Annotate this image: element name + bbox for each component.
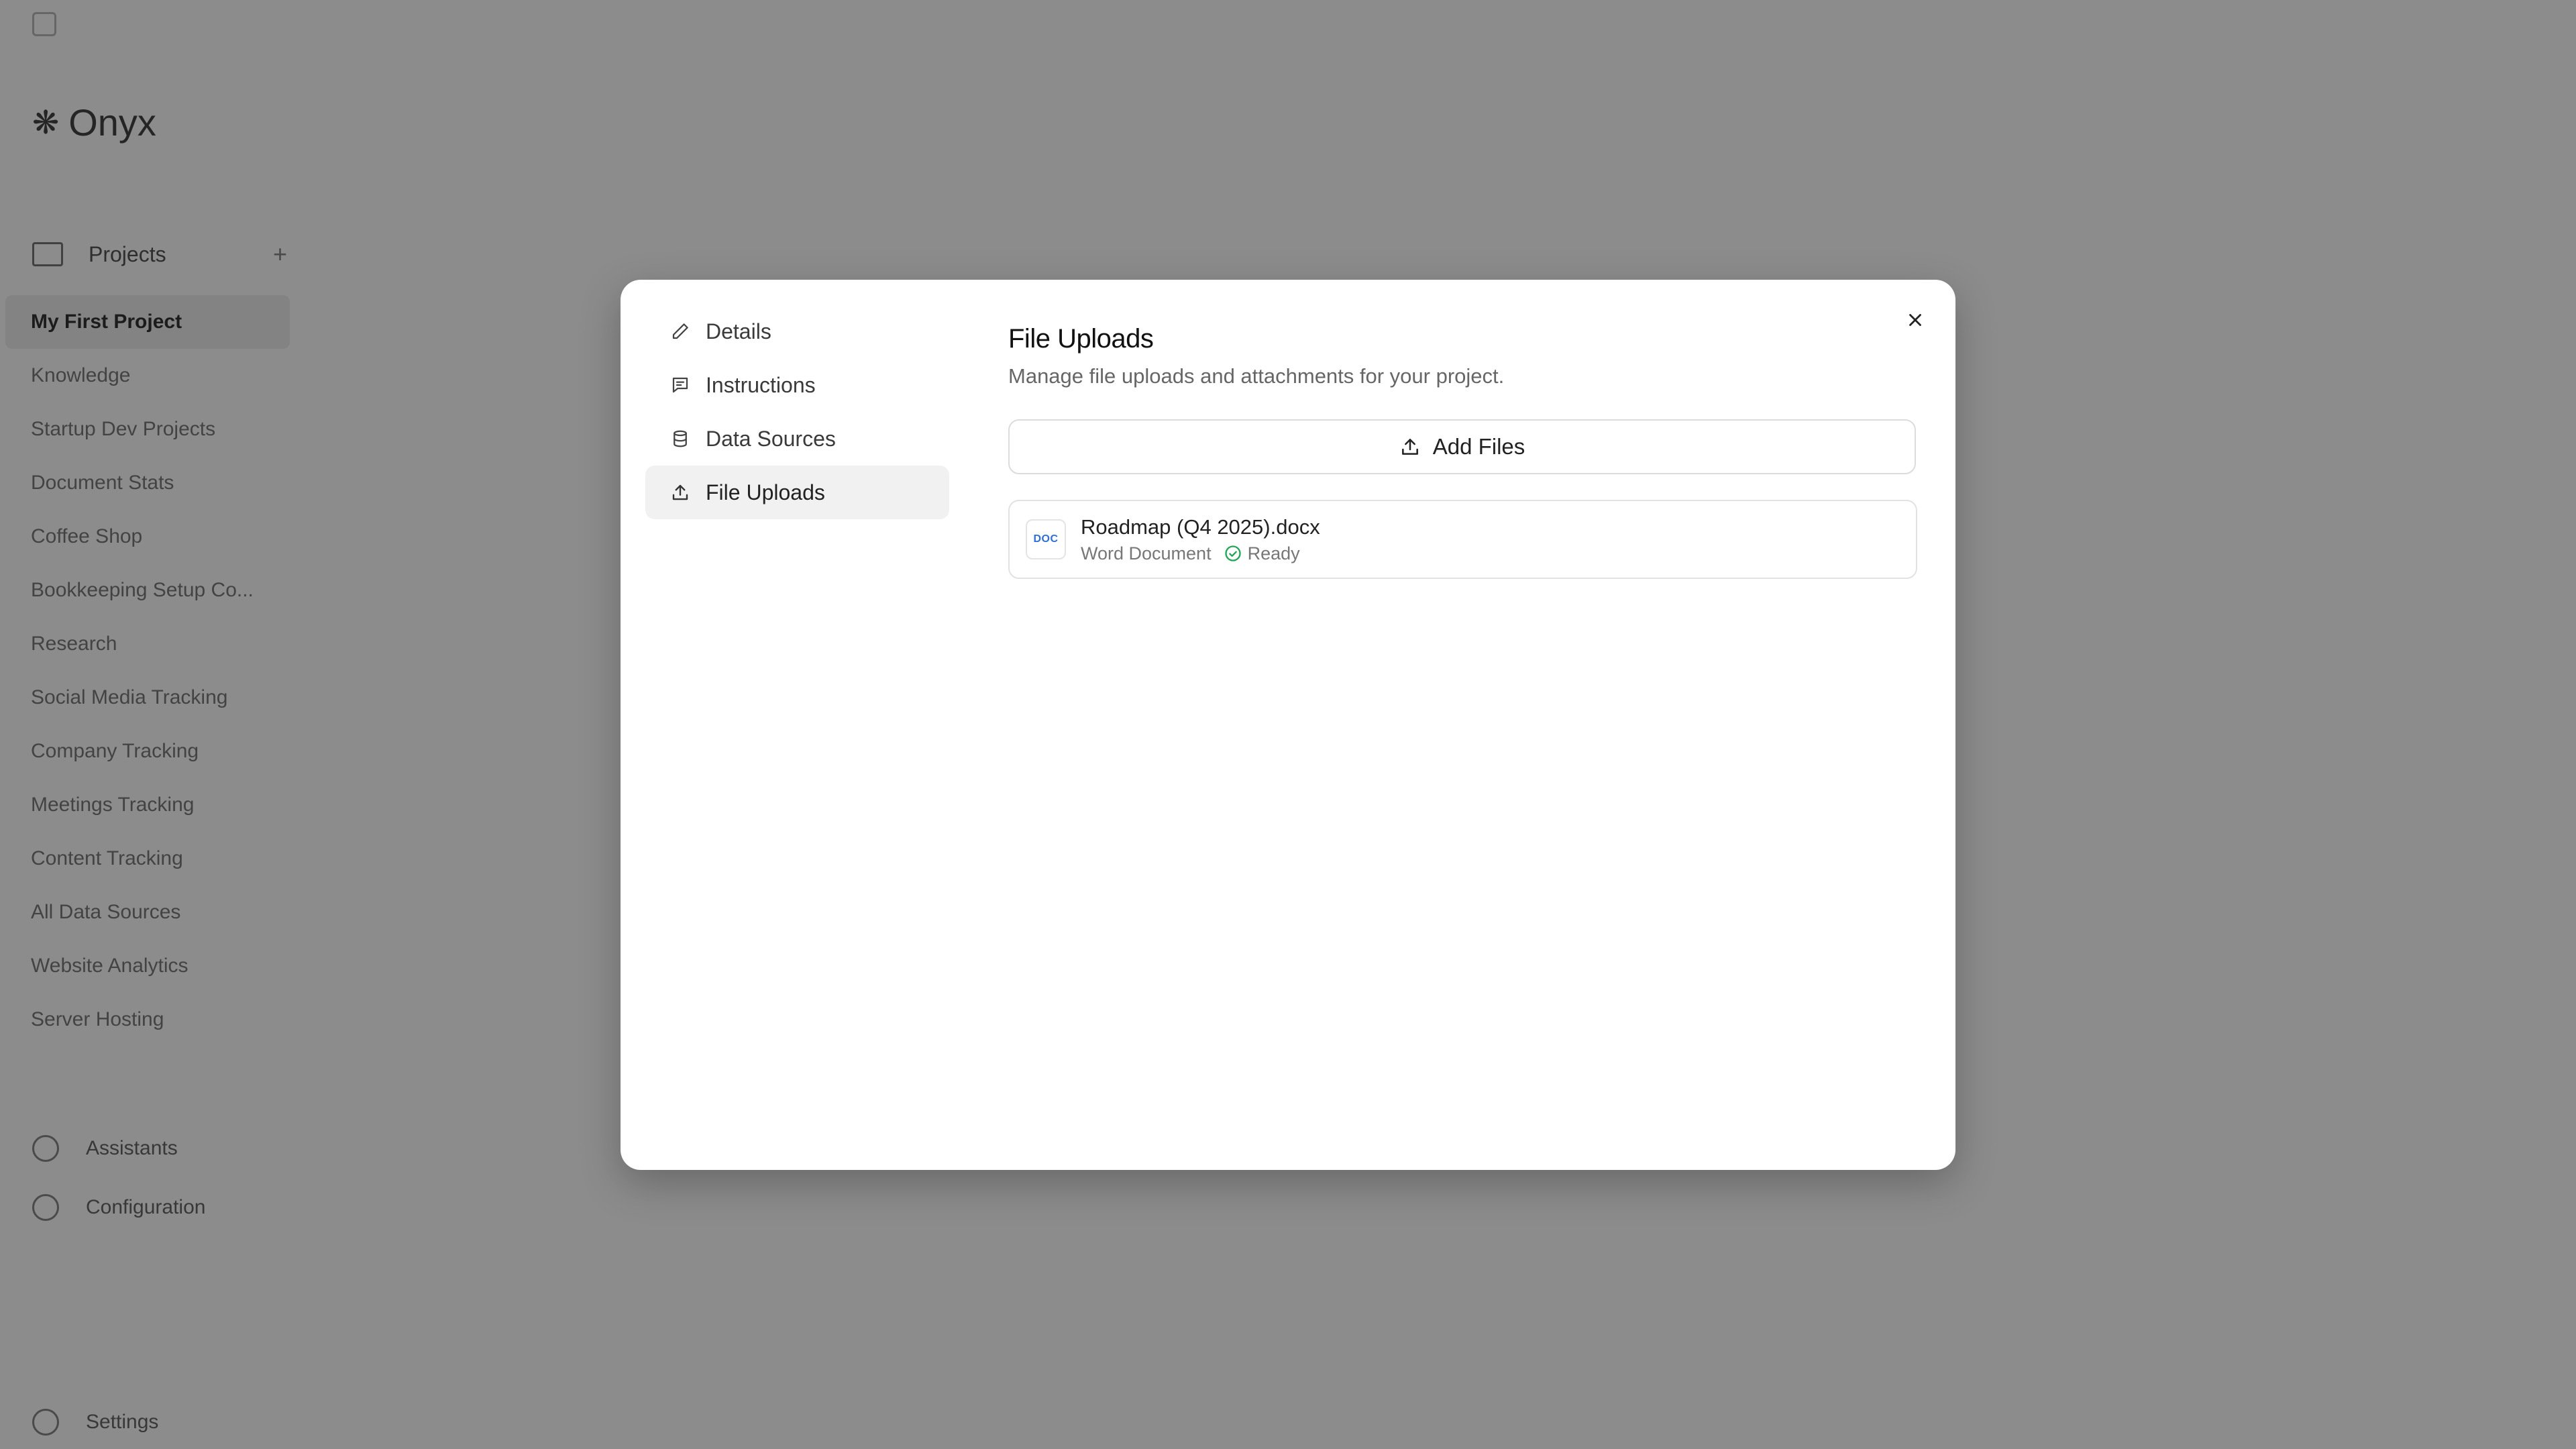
file-item[interactable]: DOC Roadmap (Q4 2025).docx Word Document… xyxy=(1008,500,1917,579)
upload-icon xyxy=(669,482,691,503)
tab-file-uploads[interactable]: File Uploads xyxy=(645,466,949,519)
panel-subtitle: Manage file uploads and attachments for … xyxy=(1008,364,1505,388)
doc-file-icon: DOC xyxy=(1026,519,1066,559)
add-files-label: Add Files xyxy=(1432,434,1525,459)
tab-details-label: Details xyxy=(706,319,771,343)
tab-details[interactable]: Details xyxy=(645,305,949,358)
status-badge: Ready xyxy=(1224,543,1300,564)
file-name: Roadmap (Q4 2025).docx xyxy=(1081,515,1320,539)
project-settings-modal: Details Instructions Data Sources File U… xyxy=(621,280,1955,1170)
tab-file-uploads-label: File Uploads xyxy=(706,480,825,504)
database-icon xyxy=(669,428,691,449)
panel-title: File Uploads xyxy=(1008,324,1154,354)
check-circle-icon xyxy=(1224,545,1241,561)
pencil-icon xyxy=(669,321,691,342)
tab-data-sources-label: Data Sources xyxy=(706,426,836,451)
modal-nav: Details Instructions Data Sources File U… xyxy=(645,305,949,519)
tab-instructions-label: Instructions xyxy=(706,372,816,397)
file-uploads-panel: File Uploads Manage file uploads and att… xyxy=(1008,320,1917,579)
status-text: Ready xyxy=(1247,543,1300,564)
add-files-button[interactable]: Add Files xyxy=(1008,419,1916,474)
file-info: Roadmap (Q4 2025).docx Word Document Rea… xyxy=(1081,515,1320,564)
upload-icon xyxy=(1401,439,1418,455)
tab-instructions[interactable]: Instructions xyxy=(645,358,949,412)
file-meta: Word Document Ready xyxy=(1081,543,1320,564)
message-icon xyxy=(669,374,691,396)
file-type: Word Document xyxy=(1081,543,1212,564)
tab-data-sources[interactable]: Data Sources xyxy=(645,412,949,466)
